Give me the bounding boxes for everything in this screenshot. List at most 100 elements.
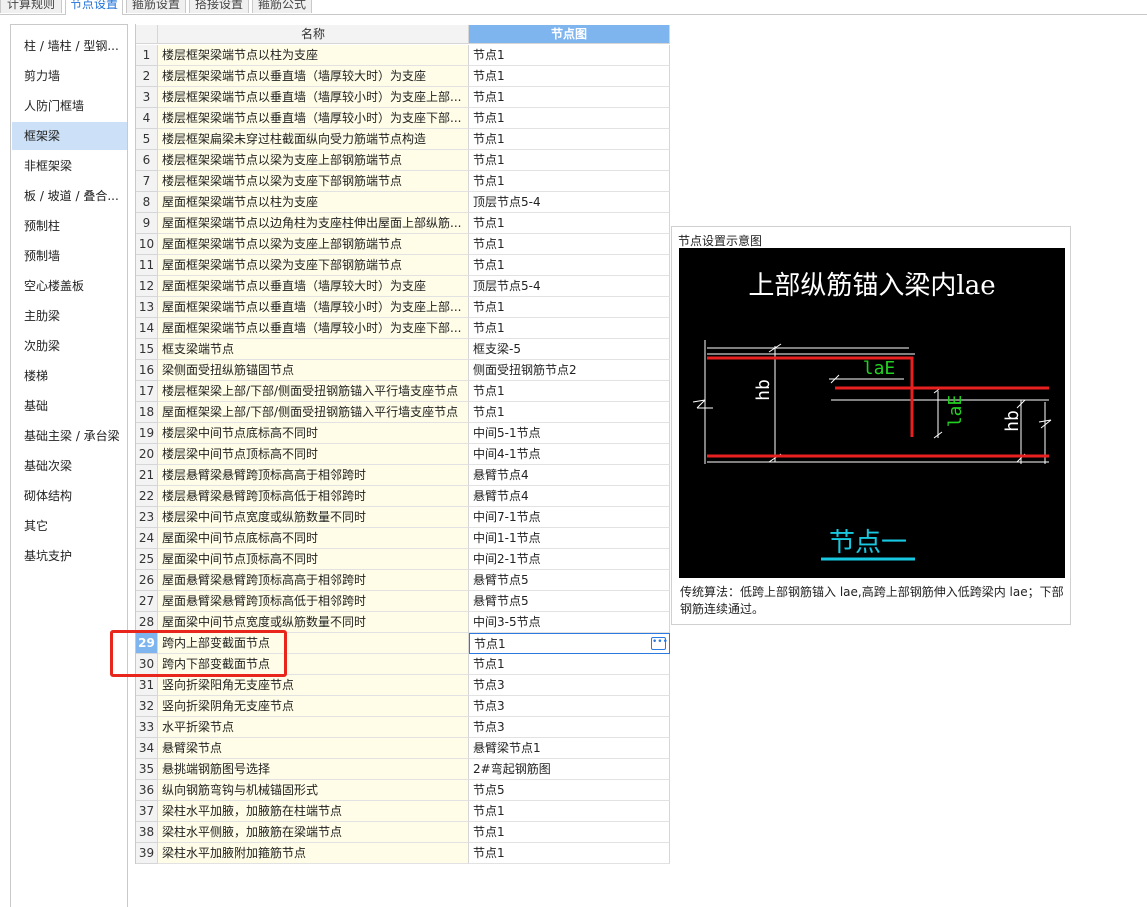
row-name-cell[interactable]: 梁柱水平加腋，加腋筋在柱端节点 <box>158 801 469 822</box>
row-node-cell[interactable]: 节点1 <box>469 822 670 843</box>
sidebar-item[interactable]: 基坑支护 <box>12 542 127 570</box>
header-name[interactable]: 名称 <box>158 25 469 44</box>
tab-node-settings[interactable]: 节点设置 <box>65 0 123 15</box>
row-number[interactable]: 38 <box>136 822 158 843</box>
row-number[interactable]: 32 <box>136 696 158 717</box>
row-name-cell[interactable]: 屋面梁中间节点宽度或纵筋数量不同时 <box>158 612 469 633</box>
table-row[interactable]: 8 屋面框架梁端节点以柱为支座 顶层节点5-4 <box>136 192 670 213</box>
row-name-cell[interactable]: 屋面框架梁端节点以边角柱为支座柱伸出屋面上部纵筋... <box>158 213 469 234</box>
table-row[interactable]: 24 屋面梁中间节点底标高不同时 中间1-1节点 <box>136 528 670 549</box>
row-name-cell[interactable]: 楼层梁中间节点底标高不同时 <box>158 423 469 444</box>
row-number[interactable]: 1 <box>136 45 158 66</box>
tab-lap-settings[interactable]: 搭接设置 <box>189 0 249 13</box>
row-number[interactable]: 8 <box>136 192 158 213</box>
sidebar-item[interactable]: 其它 <box>12 512 127 540</box>
row-node-cell[interactable]: 节点1 <box>469 45 670 66</box>
row-node-cell[interactable]: 节点1 <box>469 843 670 864</box>
row-number[interactable]: 27 <box>136 591 158 612</box>
row-name-cell[interactable]: 屋面梁中间节点顶标高不同时 <box>158 549 469 570</box>
table-row[interactable]: 34 悬臂梁节点 悬臂梁节点1 <box>136 738 670 759</box>
sidebar-item[interactable]: 空心楼盖板 <box>12 272 127 300</box>
table-row[interactable]: 15 框支梁端节点 框支梁-5 <box>136 339 670 360</box>
row-node-cell[interactable]: 悬臂梁节点1 <box>469 738 670 759</box>
row-name-cell[interactable]: 悬挑端钢筋图号选择 <box>158 759 469 780</box>
sidebar-item[interactable]: 砌体结构 <box>12 482 127 510</box>
row-node-cell[interactable]: 节点1 <box>469 381 670 402</box>
sidebar-item[interactable]: 基础主梁 / 承台梁 <box>12 422 127 450</box>
row-node-cell[interactable]: 2#弯起钢筋图 <box>469 759 670 780</box>
row-node-cell[interactable]: 节点1 <box>469 171 670 192</box>
row-node-cell[interactable]: 节点1 <box>469 255 670 276</box>
table-row[interactable]: 32 竖向折梁阴角无支座节点 节点3 <box>136 696 670 717</box>
sidebar-item[interactable]: 次肋梁 <box>12 332 127 360</box>
row-name-cell[interactable]: 楼层框架梁端节点以梁为支座上部钢筋端节点 <box>158 150 469 171</box>
ellipsis-button[interactable]: ••• <box>651 637 668 650</box>
row-node-cell[interactable]: 节点1 <box>469 108 670 129</box>
row-node-cell[interactable]: 节点5 <box>469 780 670 801</box>
table-row[interactable]: 31 竖向折梁阳角无支座节点 节点3 <box>136 675 670 696</box>
table-row[interactable]: 36 纵向钢筋弯钩与机械锚固形式 节点5 <box>136 780 670 801</box>
row-node-cell[interactable]: 节点1 <box>469 87 670 108</box>
row-node-cell[interactable]: 节点1 <box>469 66 670 87</box>
row-node-cell[interactable]: 节点3 <box>469 696 670 717</box>
row-node-cell[interactable]: 节点3 <box>469 717 670 738</box>
table-row[interactable]: 35 悬挑端钢筋图号选择 2#弯起钢筋图 <box>136 759 670 780</box>
row-node-cell[interactable]: 顶层节点5-4 <box>469 276 670 297</box>
table-row[interactable]: 20 楼层梁中间节点顶标高不同时 中间4-1节点 <box>136 444 670 465</box>
sidebar-item[interactable]: 预制墙 <box>12 242 127 270</box>
row-node-cell[interactable]: 框支梁-5 <box>469 339 670 360</box>
table-row[interactable]: 33 水平折梁节点 节点3 <box>136 717 670 738</box>
row-name-cell[interactable]: 梁柱水平侧腋，加腋筋在梁端节点 <box>158 822 469 843</box>
sidebar-item[interactable]: 剪力墙 <box>12 62 127 90</box>
row-name-cell[interactable]: 楼层框架梁端节点以垂直墙（墙厚较小时）为支座上部... <box>158 87 469 108</box>
row-name-cell[interactable]: 竖向折梁阴角无支座节点 <box>158 696 469 717</box>
table-row[interactable]: 23 楼层梁中间节点宽度或纵筋数量不同时 中间7-1节点 <box>136 507 670 528</box>
row-node-cell[interactable]: 节点1 <box>469 297 670 318</box>
table-row[interactable]: 6 楼层框架梁端节点以梁为支座上部钢筋端节点 节点1 <box>136 150 670 171</box>
table-row[interactable]: 10 屋面框架梁端节点以梁为支座上部钢筋端节点 节点1 <box>136 234 670 255</box>
row-name-cell[interactable]: 楼层框架梁端节点以垂直墙（墙厚较大时）为支座 <box>158 66 469 87</box>
row-node-cell[interactable]: 悬臂节点5 <box>469 570 670 591</box>
row-number[interactable]: 21 <box>136 465 158 486</box>
table-row[interactable]: 2 楼层框架梁端节点以垂直墙（墙厚较大时）为支座 节点1 <box>136 66 670 87</box>
sidebar-item[interactable]: 柱 / 墙柱 / 型钢... <box>12 32 127 60</box>
table-row[interactable]: 22 楼层悬臂梁悬臂跨顶标高低于相邻跨时 悬臂节点4 <box>136 486 670 507</box>
sidebar-item[interactable]: 框架梁 <box>12 122 127 150</box>
table-row[interactable]: 37 梁柱水平加腋，加腋筋在柱端节点 节点1 <box>136 801 670 822</box>
row-number[interactable]: 2 <box>136 66 158 87</box>
sidebar-item[interactable]: 基础次梁 <box>12 452 127 480</box>
row-number[interactable]: 35 <box>136 759 158 780</box>
row-node-cell[interactable]: 节点1 <box>469 801 670 822</box>
row-number[interactable]: 28 <box>136 612 158 633</box>
row-number[interactable]: 6 <box>136 150 158 171</box>
row-number[interactable]: 20 <box>136 444 158 465</box>
row-node-cell[interactable]: 中间1-1节点 <box>469 528 670 549</box>
row-node-cell[interactable]: 顶层节点5-4 <box>469 192 670 213</box>
row-number[interactable]: 26 <box>136 570 158 591</box>
row-number[interactable]: 30 <box>136 654 158 675</box>
row-node-cell[interactable]: 侧面受扭钢筋节点2 <box>469 360 670 381</box>
sidebar-item[interactable]: 楼梯 <box>12 362 127 390</box>
row-node-cell[interactable]: 节点1 <box>469 213 670 234</box>
row-number[interactable]: 14 <box>136 318 158 339</box>
row-number[interactable]: 22 <box>136 486 158 507</box>
row-node-cell[interactable]: 节点1 <box>469 150 670 171</box>
row-name-cell[interactable]: 屋面框架梁上部/下部/侧面受扭钢筋锚入平行墙支座节点 <box>158 402 469 423</box>
sidebar-item[interactable]: 板 / 坡道 / 叠合... <box>12 182 127 210</box>
table-row[interactable]: 7 楼层框架梁端节点以梁为支座下部钢筋端节点 节点1 <box>136 171 670 192</box>
row-number[interactable]: 39 <box>136 843 158 864</box>
table-row[interactable]: 30 跨内下部变截面节点 节点1 <box>136 654 670 675</box>
table-row[interactable]: 27 屋面悬臂梁悬臂跨顶标高低于相邻跨时 悬臂节点5 <box>136 591 670 612</box>
row-number[interactable]: 4 <box>136 108 158 129</box>
row-name-cell[interactable]: 屋面梁中间节点底标高不同时 <box>158 528 469 549</box>
table-row[interactable]: 5 楼层框架扁梁未穿过柱截面纵向受力筋端节点构造 节点1 <box>136 129 670 150</box>
row-number[interactable]: 9 <box>136 213 158 234</box>
table-row[interactable]: 3 楼层框架梁端节点以垂直墙（墙厚较小时）为支座上部... 节点1 <box>136 87 670 108</box>
row-name-cell[interactable]: 屋面框架梁端节点以梁为支座下部钢筋端节点 <box>158 255 469 276</box>
table-row[interactable]: 4 楼层框架梁端节点以垂直墙（墙厚较小时）为支座下部... 节点1 <box>136 108 670 129</box>
row-number[interactable]: 18 <box>136 402 158 423</box>
row-name-cell[interactable]: 悬臂梁节点 <box>158 738 469 759</box>
table-row[interactable]: 13 屋面框架梁端节点以垂直墙（墙厚较小时）为支座上部... 节点1 <box>136 297 670 318</box>
row-number[interactable]: 7 <box>136 171 158 192</box>
row-name-cell[interactable]: 屋面悬臂梁悬臂跨顶标高低于相邻跨时 <box>158 591 469 612</box>
